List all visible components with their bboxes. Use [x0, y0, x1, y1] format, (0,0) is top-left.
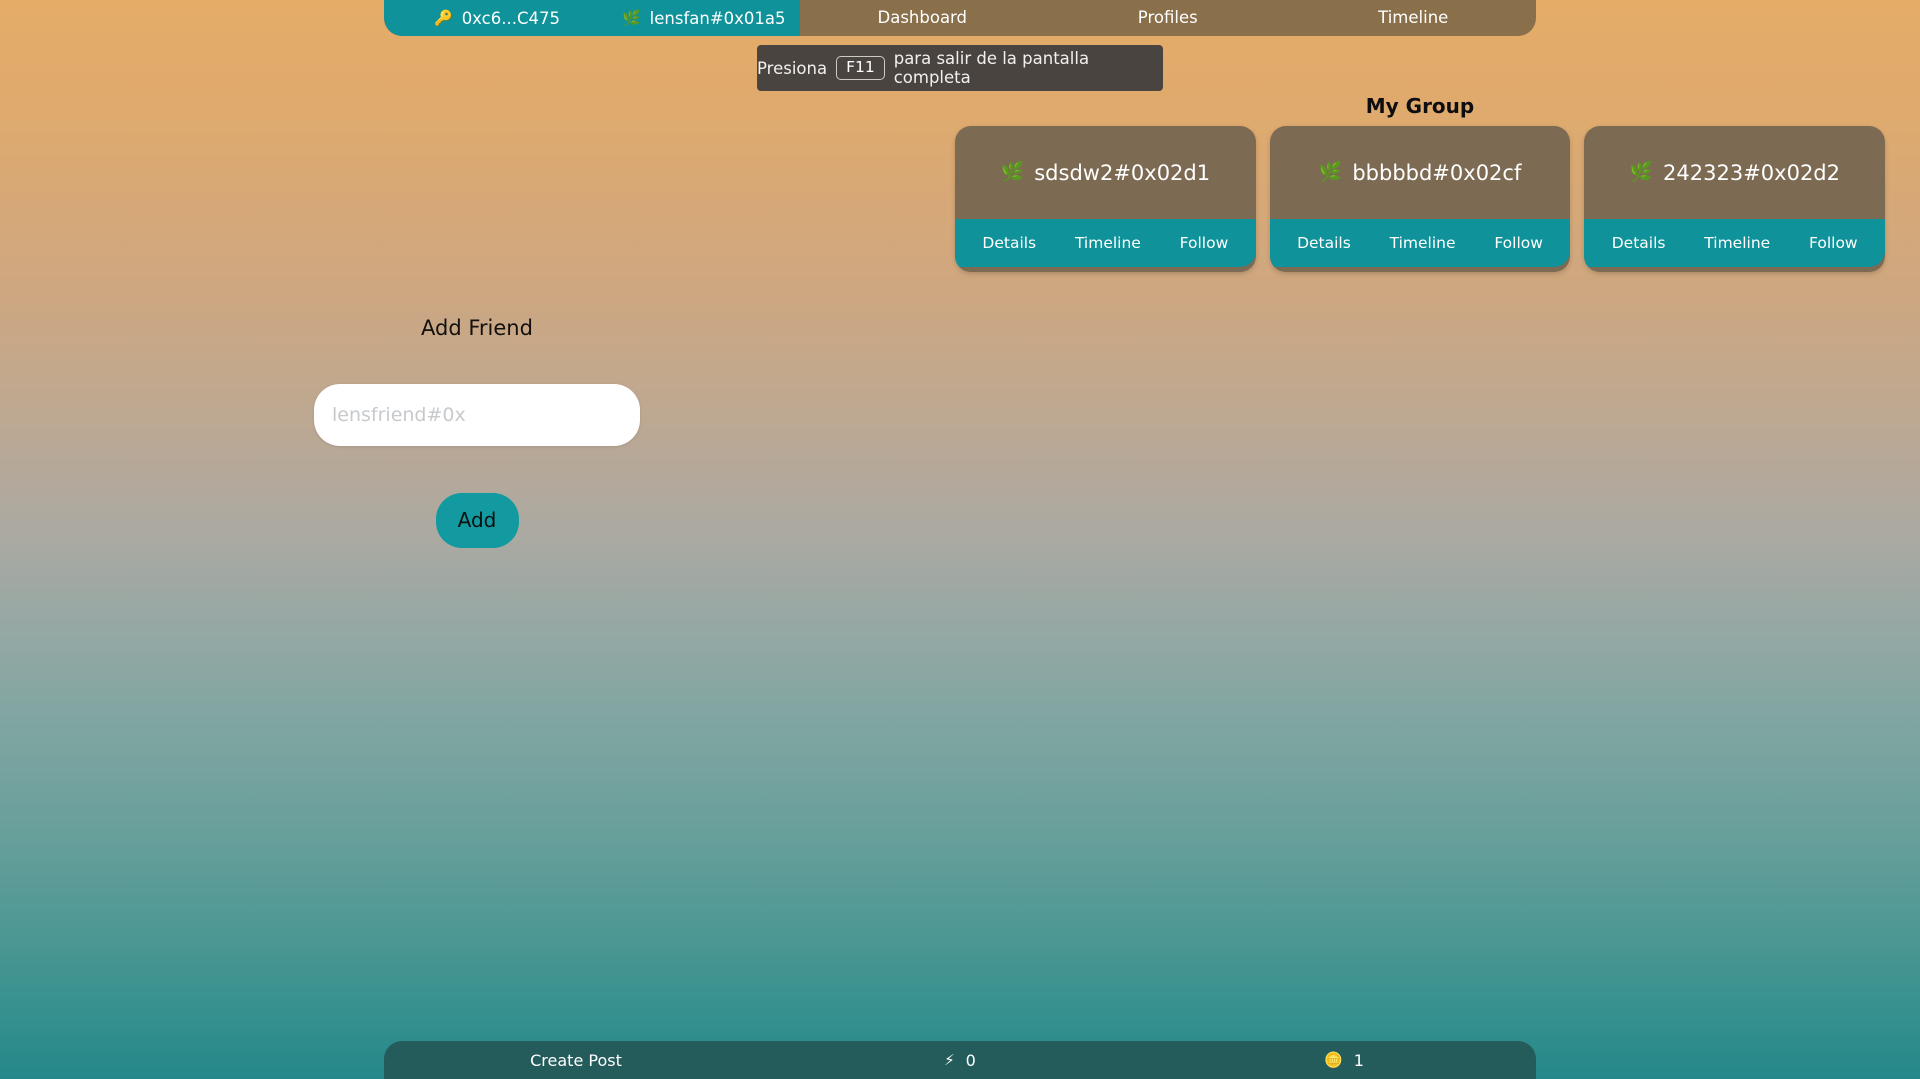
- member-timeline-button[interactable]: Timeline: [1390, 234, 1456, 252]
- key-icon: 🔑: [434, 8, 453, 27]
- member-details-button[interactable]: Details: [982, 234, 1036, 252]
- herb-icon: 🌿: [621, 8, 641, 27]
- add-friend-title: Add Friend: [421, 316, 533, 340]
- member-follow-button[interactable]: Follow: [1494, 234, 1543, 252]
- fullscreen-hint-tooltip: Presiona F11 para salir de la pantalla c…: [757, 45, 1163, 91]
- create-post-button[interactable]: Create Post: [384, 1051, 768, 1070]
- member-handle: sdsdw2#0x02d1: [1034, 160, 1211, 185]
- member-card[interactable]: 🌿 bbbbbd#0x02cf Details Timeline Follow: [1269, 126, 1571, 272]
- member-card-actions: Details Timeline Follow: [955, 219, 1256, 267]
- energy-stat-value: 0: [965, 1050, 976, 1070]
- member-handle: bbbbbd#0x02cf: [1352, 160, 1522, 185]
- group-member-cards: 🌿 sdsdw2#0x02d1 Details Timeline Follow …: [955, 126, 1886, 272]
- fullscreen-hint-prefix: Presiona: [757, 58, 828, 78]
- coin-stat-value: 1: [1353, 1050, 1364, 1070]
- member-name-row: 🌿 sdsdw2#0x02d1: [955, 126, 1256, 219]
- herb-icon: 🌿: [1318, 161, 1343, 183]
- member-name-row: 🌿 242323#0x02d2: [1584, 126, 1885, 219]
- coin-icon: 🪙: [1324, 1050, 1343, 1069]
- member-card[interactable]: 🌿 sdsdw2#0x02d1 Details Timeline Follow: [955, 126, 1256, 272]
- member-card-actions: Details Timeline Follow: [1269, 219, 1571, 267]
- lightning-bolt-icon: ⚡: [944, 1050, 955, 1069]
- member-follow-button[interactable]: Follow: [1809, 234, 1858, 252]
- herb-icon: 🌿: [1629, 161, 1654, 183]
- nav-identity-group: 🔑 0xc6...C475 🌿 lensfan#0x01a5: [384, 0, 800, 36]
- wallet-address-chip[interactable]: 🔑 0xc6...C475: [434, 9, 560, 28]
- wallet-address-label: 0xc6...C475: [461, 8, 560, 28]
- profile-handle-label: lensfan#0x01a5: [649, 8, 786, 28]
- add-friend-button[interactable]: Add: [435, 493, 519, 548]
- group-title: My Group: [1365, 94, 1475, 118]
- tab-profiles[interactable]: Profiles: [1045, 0, 1290, 36]
- tab-timeline[interactable]: Timeline: [1291, 0, 1536, 36]
- top-navigation-bar: 🔑 0xc6...C475 🌿 lensfan#0x01a5 Dashboard…: [384, 0, 1536, 36]
- member-card[interactable]: 🌿 242323#0x02d2 Details Timeline Follow: [1584, 126, 1886, 272]
- member-details-button[interactable]: Details: [1297, 234, 1351, 252]
- member-name-row: 🌿 bbbbbd#0x02cf: [1270, 126, 1571, 219]
- my-group-section: My Group 🌿 sdsdw2#0x02d1 Details Timelin…: [955, 94, 1886, 272]
- add-friend-section: Add Friend Add: [314, 318, 640, 548]
- member-timeline-button[interactable]: Timeline: [1704, 234, 1770, 252]
- add-friend-button-row: Add: [314, 493, 640, 548]
- member-follow-button[interactable]: Follow: [1180, 234, 1229, 252]
- bottom-action-bar: Create Post ⚡ 0 🪙 1: [384, 1041, 1536, 1079]
- member-card-actions: Details Timeline Follow: [1584, 219, 1886, 267]
- member-handle: 242323#0x02d2: [1663, 160, 1840, 185]
- friend-handle-input[interactable]: [314, 384, 640, 446]
- fullscreen-hint-suffix: para salir de la pantalla completa: [893, 49, 1090, 87]
- profile-handle-chip[interactable]: 🌿 lensfan#0x01a5: [622, 9, 786, 28]
- tab-dashboard[interactable]: Dashboard: [800, 0, 1045, 36]
- nav-tabs: Dashboard Profiles Timeline: [800, 0, 1536, 36]
- coin-stat: 🪙 1: [1152, 1051, 1536, 1070]
- member-timeline-button[interactable]: Timeline: [1075, 234, 1141, 252]
- energy-stat: ⚡ 0: [768, 1051, 1152, 1070]
- create-post-label: Create Post: [530, 1050, 622, 1070]
- herb-icon: 🌿: [1000, 161, 1025, 183]
- fullscreen-hint-key: F11: [836, 56, 885, 80]
- member-details-button[interactable]: Details: [1612, 234, 1666, 252]
